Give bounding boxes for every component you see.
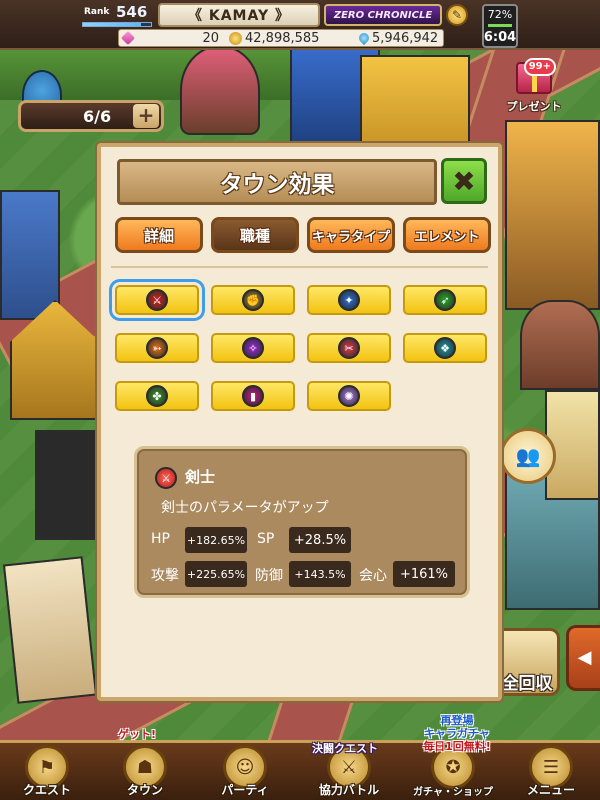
job-class-button[interactable]: ✧ <box>211 333 295 363</box>
gold-counter: 42,898,585 <box>229 30 319 46</box>
friends-icon[interactable]: 👥 <box>500 428 556 484</box>
job-description: 剣士のパラメータがアップ <box>161 500 329 516</box>
nav-label: ガチャ・ショップ <box>413 787 493 798</box>
present-button[interactable]: 99+ プレゼント <box>504 58 564 124</box>
rank-value: 546 <box>116 3 148 21</box>
dagger-icon: ✂ <box>338 337 360 359</box>
defense-value: +143.5% <box>289 561 351 587</box>
special-icon: ✺ <box>338 385 360 407</box>
nav-label: パーティ <box>221 783 269 797</box>
job-class-button[interactable]: ✤ <box>115 381 199 411</box>
magic-icon: ✧ <box>242 337 264 359</box>
bow-icon: ➳ <box>146 337 168 359</box>
building[interactable] <box>2 556 98 704</box>
team-count: 6/6 <box>83 107 112 126</box>
gem-value: 20 <box>202 30 219 46</box>
critical-value: +161% <box>393 561 455 587</box>
currency-row: 20 42,898,585 5,946,942 <box>118 29 444 47</box>
game-title-badge[interactable]: ZERO CHRONICLE <box>324 4 442 26</box>
player-name[interactable]: 《 KAMAY 》 <box>158 3 320 27</box>
town-tag: ゲット! <box>118 728 157 741</box>
gem-counter: 20 <box>120 30 219 46</box>
building[interactable] <box>520 300 600 390</box>
fist-icon: ✊ <box>242 289 264 311</box>
nav-label: タウン <box>126 783 163 797</box>
nav-label: クエスト <box>22 783 71 797</box>
divider <box>111 266 488 268</box>
tab-element[interactable]: エレメント <box>403 217 491 253</box>
hp-label: HP <box>151 531 170 547</box>
clock: 6:04 <box>483 30 517 45</box>
coop-tag: 決闘クエスト <box>312 742 378 755</box>
building[interactable] <box>180 45 260 135</box>
battery-bar <box>488 24 512 27</box>
drop-value: 5,946,942 <box>372 30 439 46</box>
job-class-button[interactable]: ⚔ <box>115 285 199 315</box>
rank-label: Rank <box>84 7 110 17</box>
nav-label: メニュー <box>526 783 575 797</box>
nav-town-button[interactable]: ☗ タウン <box>102 745 188 800</box>
present-label: プレゼント <box>506 100 562 113</box>
book-icon: ▮ <box>242 385 264 407</box>
job-class-button[interactable]: ✦ <box>307 285 391 315</box>
attack-value: +225.65% <box>185 561 247 587</box>
nav-quest-button[interactable]: ⚑ クエスト <box>4 745 90 800</box>
town-effect-dialog: タウン効果 ✖ 詳細 職種 キャラタイプ エレメント ⚔ ✊ ✦ ➶ ➳ ✧ ✂ ❖ ✤ ▮ ✺ ⚔… <box>97 143 502 701</box>
gold-value: 42,898,585 <box>245 30 320 46</box>
sword-icon: ⚔ <box>155 467 177 489</box>
tab-chara-type[interactable]: キャラタイプ <box>307 217 395 253</box>
job-class-button[interactable]: ➳ <box>115 333 199 363</box>
tab-job-class[interactable]: 職種 <box>211 217 299 253</box>
nav-label: 協力バトル <box>318 783 380 797</box>
job-class-button[interactable]: ✺ <box>307 381 391 411</box>
battery-percent: 72% <box>487 8 513 21</box>
gacha-tag-line3: 毎日1回無料! <box>423 740 491 753</box>
building[interactable] <box>505 120 600 310</box>
job-class-button[interactable]: ▮ <box>211 381 295 411</box>
gift-icon: 99+ <box>516 58 556 94</box>
job-class-button[interactable]: ✊ <box>211 285 295 315</box>
job-class-button[interactable]: ✂ <box>307 333 391 363</box>
close-button[interactable]: ✖ <box>441 158 487 204</box>
status-bar: Rank 546 《 KAMAY 》 ZERO CHRONICLE ✎ 20 4… <box>0 0 600 50</box>
xp-bar <box>82 22 152 27</box>
critical-label: 会心 <box>359 568 387 584</box>
chevron-left-icon[interactable]: ◀ <box>566 625 600 691</box>
spear-icon: ➶ <box>434 289 456 311</box>
attack-label: 攻撃 <box>151 568 179 584</box>
xp-fill <box>83 23 141 26</box>
claw-icon: ✤ <box>146 385 168 407</box>
present-badge: 99+ <box>523 58 556 76</box>
bird-icon: ❖ <box>434 337 456 359</box>
dialog-title: タウン効果 <box>117 159 437 205</box>
nav-party-button[interactable]: ☺ パーティ <box>202 745 288 800</box>
defense-label: 防御 <box>255 568 283 584</box>
drop-icon <box>356 30 372 46</box>
coin-icon <box>229 31 242 45</box>
quill-icon[interactable]: ✎ <box>446 4 468 26</box>
job-class-button[interactable]: ❖ <box>403 333 487 363</box>
gem-icon <box>120 30 136 46</box>
nav-menu-button[interactable]: ☰ メニュー <box>508 745 594 800</box>
axe-icon: ✦ <box>338 289 360 311</box>
team-counter[interactable]: 6/6 + <box>18 100 164 132</box>
building[interactable] <box>0 190 60 320</box>
job-title: 剣士 <box>185 468 216 486</box>
job-class-button[interactable]: ➶ <box>403 285 487 315</box>
drop-counter: 5,946,942 <box>356 30 439 46</box>
tab-details[interactable]: 詳細 <box>115 217 203 253</box>
sp-label: SP <box>257 531 275 547</box>
rank-display: Rank 546 <box>82 3 152 23</box>
job-effect-panel: ⚔ 剣士 剣士のパラメータがアップ HP +182.65% SP +28.5% … <box>134 446 470 598</box>
collect-all-label: 全回収 <box>501 674 553 694</box>
sword-icon: ⚔ <box>146 289 168 311</box>
add-team-button[interactable]: + <box>133 104 159 128</box>
hp-value: +182.65% <box>185 527 247 553</box>
sp-value: +28.5% <box>289 527 351 553</box>
